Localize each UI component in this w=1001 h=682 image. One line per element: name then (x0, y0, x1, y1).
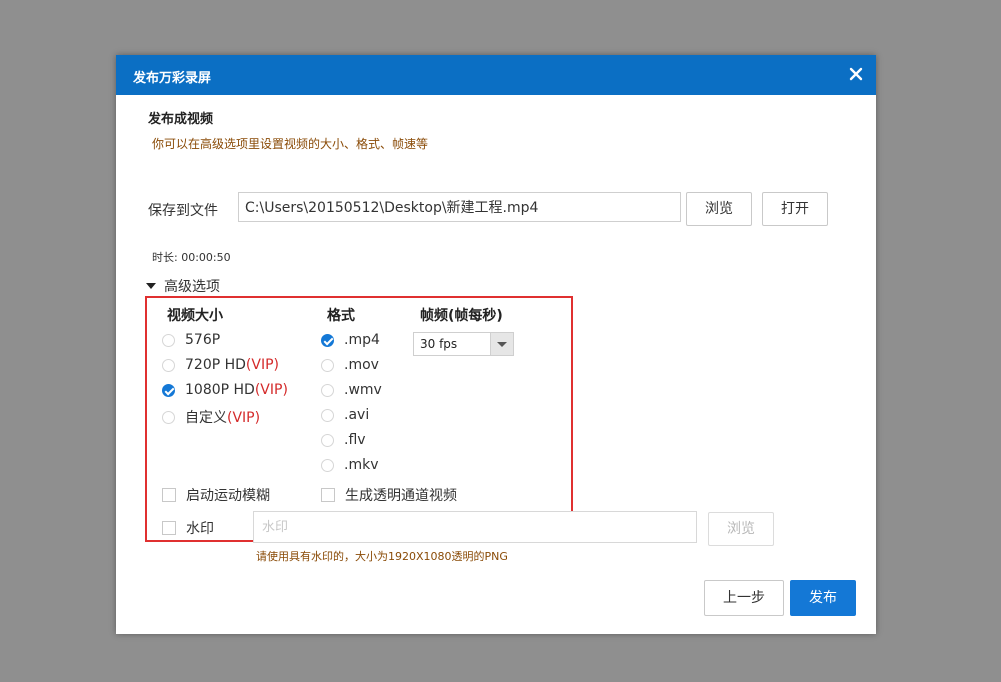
format-heading: 格式 (327, 308, 355, 324)
watermark-input[interactable] (253, 511, 697, 543)
option-label: 1080P HD(VIP) (185, 382, 288, 398)
format-option-avi[interactable]: .avi (321, 407, 369, 423)
option-label: .mp4 (344, 332, 380, 348)
radio-button[interactable] (162, 333, 175, 347)
save-to-file-label: 保存到文件 (148, 203, 218, 219)
option-label: .wmv (344, 382, 382, 398)
format-option-mp4[interactable]: .mp4 (321, 332, 380, 348)
video-size-option-1080p[interactable]: 1080P HD(VIP) (162, 382, 288, 398)
publish-button[interactable]: 发布 (790, 580, 856, 616)
option-label: .avi (344, 407, 370, 423)
motion-blur-option[interactable]: 启动运动模糊 (162, 485, 270, 505)
radio-button[interactable] (321, 408, 334, 422)
option-label: .mkv (344, 457, 379, 473)
video-size-option-720p[interactable]: 720P HD(VIP) (162, 357, 279, 373)
open-button[interactable]: 打开 (762, 192, 828, 226)
option-label: 自定义(VIP) (185, 410, 261, 426)
format-option-mov[interactable]: .mov (321, 357, 379, 373)
watermark-hint: 请使用具有水印的，大小为1920X1080透明的PNG (256, 550, 508, 563)
radio-button[interactable] (321, 433, 334, 447)
dialog-title: 发布万彩录屏 (133, 71, 212, 86)
vip-tag: (VIP) (254, 382, 288, 398)
dropdown-button[interactable] (490, 333, 513, 355)
checkbox[interactable] (162, 521, 176, 535)
option-label: 576P (185, 332, 221, 348)
publish-hint: 你可以在高级选项里设置视频的大小、格式、帧速等 (152, 137, 429, 151)
radio-button[interactable] (321, 458, 334, 472)
advanced-options-toggle[interactable]: 高级选项 (146, 276, 220, 296)
option-label: 720P HD(VIP) (185, 357, 279, 373)
save-path-input[interactable] (238, 192, 681, 222)
radio-button-checked[interactable] (162, 383, 175, 397)
video-size-heading: 视频大小 (167, 308, 223, 324)
video-size-option-576p[interactable]: 576P (162, 332, 220, 348)
vip-tag: (VIP) (227, 410, 261, 426)
radio-button[interactable] (321, 358, 334, 372)
vip-tag: (VIP) (245, 357, 279, 373)
radio-button[interactable] (162, 410, 175, 424)
fps-heading: 帧频(帧每秒) (420, 308, 503, 324)
watermark-option[interactable]: 水印 (162, 518, 214, 538)
option-label: .mov (344, 357, 379, 373)
format-option-mkv[interactable]: .mkv (321, 457, 378, 473)
caret-down-icon (146, 283, 156, 289)
radio-button[interactable] (162, 358, 175, 372)
duration-text: 时长: 00:00:50 (152, 251, 231, 264)
motion-blur-label: 启动运动模糊 (186, 488, 270, 504)
format-option-flv[interactable]: .flv (321, 432, 366, 448)
format-option-wmv[interactable]: .wmv (321, 382, 382, 398)
dialog-titlebar[interactable]: 发布万彩录屏 (116, 55, 876, 95)
checkbox[interactable] (321, 488, 335, 502)
video-size-option-custom[interactable]: 自定义(VIP) (162, 407, 260, 427)
watermark-label: 水印 (186, 521, 214, 537)
fps-selected-value: 30 fps (420, 337, 458, 351)
close-icon[interactable] (846, 64, 866, 84)
checkbox[interactable] (162, 488, 176, 502)
radio-button[interactable] (321, 383, 334, 397)
fps-select[interactable]: 30 fps (413, 332, 514, 356)
radio-button-checked[interactable] (321, 333, 334, 347)
option-label: .flv (344, 432, 366, 448)
advanced-options-label: 高级选项 (164, 279, 220, 295)
publish-section-title: 发布成视频 (148, 112, 214, 127)
previous-step-button[interactable]: 上一步 (704, 580, 784, 616)
watermark-browse-button[interactable]: 浏览 (708, 512, 774, 546)
publish-dialog: 发布万彩录屏 发布成视频 你可以在高级选项里设置视频的大小、格式、帧速等 保存到… (116, 55, 876, 634)
browse-button[interactable]: 浏览 (686, 192, 752, 226)
transparent-channel-option[interactable]: 生成透明通道视频 (321, 485, 457, 505)
chevron-down-icon (497, 342, 507, 347)
transparent-channel-label: 生成透明通道视频 (345, 488, 457, 504)
